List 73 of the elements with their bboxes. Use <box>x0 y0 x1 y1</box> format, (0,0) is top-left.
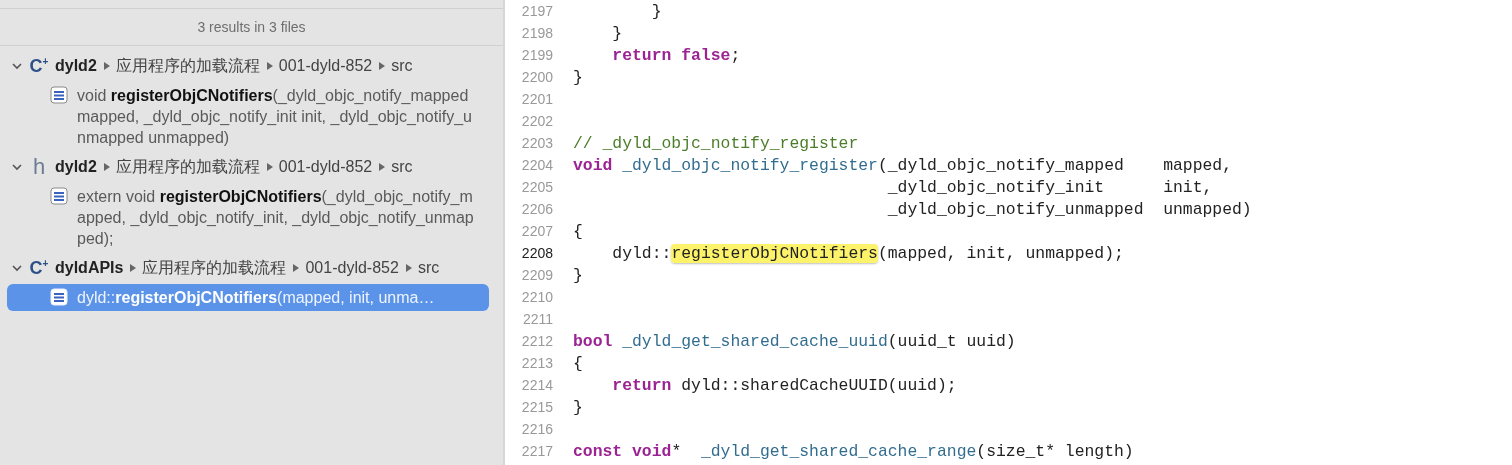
line-number: 2205 <box>520 179 553 195</box>
breadcrumb-arrow-icon <box>378 62 386 70</box>
document-icon <box>50 288 68 306</box>
chevron-icon[interactable] <box>11 60 23 72</box>
line-number: 2215 <box>520 399 553 415</box>
file-type-icon: h <box>29 154 49 180</box>
line-number: 2216 <box>520 421 553 437</box>
line-number: 2214 <box>520 377 553 393</box>
code-line: const void* _dyld_get_shared_cache_range(size_t* length) <box>573 441 1134 461</box>
line-number: 2208 <box>520 245 553 261</box>
line-number: 2199 <box>520 47 553 63</box>
code-line: dyld::registerObjCNotifiers(mapped, init, unmapped); <box>611 243 1124 263</box>
breadcrumb: src <box>391 57 413 75</box>
breadcrumb: 001-dyld-852 <box>278 158 373 176</box>
breadcrumb: 001-dyld-852 <box>305 259 399 277</box>
code-line: _dyld_objc_notify_init init, <box>886 177 1213 197</box>
chevron-icon[interactable] <box>11 161 23 173</box>
line-number: 2207 <box>520 223 553 239</box>
line-number: 2209 <box>520 267 553 283</box>
breadcrumb-arrow-icon <box>265 163 273 171</box>
line-number: 2203 <box>520 135 553 151</box>
code-line: } <box>573 265 583 285</box>
line-number: 2206 <box>520 201 553 217</box>
line-number: 2201 <box>520 91 553 107</box>
code-line: bool _dyld_get_shared_cache_uuid(uuid_t uuid) <box>573 331 1016 351</box>
line-number: 2212 <box>520 333 553 349</box>
file-name[interactable]: dyldAPIs <box>55 259 124 277</box>
code-line: void _dyld_objc_notify_register(_dyld_objc_notify_mapped mapped, <box>573 155 1233 175</box>
code-line: { <box>573 353 583 373</box>
file-type-icon: C$^{+}$ <box>29 55 49 77</box>
line-number: 2202 <box>520 113 553 129</box>
code-line: return dyld::sharedCacheUUID(uuid); <box>611 375 957 395</box>
document-icon <box>50 86 68 104</box>
chevron-icon[interactable] <box>11 262 23 274</box>
line-number: 2210 <box>520 289 553 305</box>
code-line: } <box>611 23 623 43</box>
file-name[interactable]: dyld2 <box>55 158 97 176</box>
search-result[interactable]: void registerObjCNotifiers(_dyld_objc_notify_mapped mapped, _dyld_objc_notify_init init, _dyld_objc_notify_unmapped unmapped) <box>7 82 489 151</box>
code-line: } <box>573 397 583 417</box>
result-text: dyld::registerObjCNotifiers(mapped, init, unma… <box>77 288 435 308</box>
breadcrumb-arrow-icon <box>378 163 386 171</box>
breadcrumb: 001-dyld-852 <box>278 57 373 75</box>
line-number: 2197 <box>520 3 553 19</box>
breadcrumb: src <box>417 259 440 277</box>
breadcrumb-arrow-icon <box>265 62 273 70</box>
code-line: // _dyld_objc_notify_register <box>573 133 859 153</box>
result-text: void registerObjCNotifiers(_dyld_objc_notify_mapped mapped, _dyld_objc_notify_init init, _dyld_objc_notify_unmapped unmapped) <box>77 86 473 148</box>
breadcrumb: 应用程序的加载流程 <box>115 55 260 76</box>
line-number: 2200 <box>520 69 553 85</box>
line-number: 2217 <box>520 443 553 459</box>
search-result[interactable]: extern void registerObjCNotifiers(_dyld_objc_notify_mapped, _dyld_objc_notify_init, _dyld_objc_notify_unmapped); <box>7 183 489 252</box>
line-number: 2211 <box>521 311 553 327</box>
breadcrumb-arrow-icon <box>102 163 110 171</box>
code-line: return false; <box>611 45 741 65</box>
line-number: 2198 <box>520 25 553 41</box>
breadcrumb: 应用程序的加载流程 <box>115 156 260 177</box>
file-name[interactable]: dyld2 <box>55 57 97 75</box>
breadcrumb: src <box>391 158 413 176</box>
breadcrumb-arrow-icon <box>102 62 110 70</box>
breadcrumb: 应用程序的加载流程 <box>142 257 287 278</box>
document-icon <box>50 187 68 205</box>
code-line: _dyld_objc_notify_unmapped unmapped) <box>886 199 1252 219</box>
breadcrumb-arrow-icon <box>292 264 300 272</box>
file-type-icon: C$^{+}$ <box>29 257 49 279</box>
results-summary: 3 results in 3 files <box>197 19 306 35</box>
code-line: { <box>573 221 583 241</box>
line-number: 2204 <box>520 157 553 173</box>
line-number: 2213 <box>520 355 553 371</box>
result-text: extern void registerObjCNotifiers(_dyld_objc_notify_mapped, _dyld_objc_notify_init, _dyld_objc_notify_unmapped); <box>77 187 475 249</box>
breadcrumb-arrow-icon <box>129 264 137 272</box>
code-line: } <box>650 1 662 21</box>
code-line: } <box>573 67 583 87</box>
breadcrumb-arrow-icon <box>404 264 412 272</box>
